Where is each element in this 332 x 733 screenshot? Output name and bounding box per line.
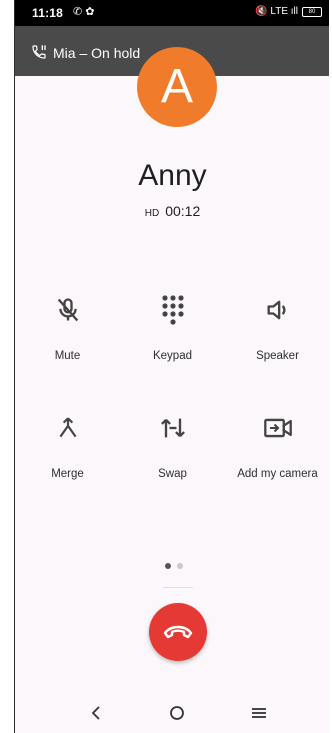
merge-button[interactable]: Merge xyxy=(15,408,120,480)
merge-icon xyxy=(59,417,76,438)
navigation-bar xyxy=(15,695,330,733)
mute-button[interactable]: Mute xyxy=(15,290,120,362)
back-icon xyxy=(91,706,100,720)
keypad-button[interactable]: Keypad xyxy=(120,290,225,362)
call-screen: 11:18 ✆ ✿ 🔇 LTE ıll 80 Mia – On hold A A… xyxy=(14,0,330,733)
page-indicator xyxy=(165,563,183,569)
end-call-button[interactable] xyxy=(149,603,207,661)
signal-icons: 🔇 LTE ıll xyxy=(255,6,298,17)
hang-up-icon xyxy=(163,625,193,639)
menu-icon xyxy=(252,708,266,718)
speaker-button[interactable]: Speaker xyxy=(225,290,330,362)
home-icon xyxy=(170,706,184,720)
mic-off-icon xyxy=(57,298,78,322)
device-frame-left xyxy=(0,0,14,733)
merge-label: Merge xyxy=(51,468,84,480)
caller-name: Anny xyxy=(138,159,207,192)
hd-icon: HD xyxy=(144,208,160,219)
recents-button[interactable] xyxy=(244,703,274,723)
swap-button[interactable]: Swap xyxy=(120,408,225,480)
back-button[interactable] xyxy=(81,703,111,723)
status-bar: 11:18 ✆ ✿ 🔇 LTE ıll 80 xyxy=(15,0,330,26)
keypad-label: Keypad xyxy=(152,350,192,362)
caller-avatar: A xyxy=(137,47,217,127)
keypad-icon xyxy=(161,295,184,325)
on-hold-label: Mia – On hold xyxy=(53,45,141,61)
swap-label: Swap xyxy=(158,468,187,480)
call-timer-row: HD 00:12 xyxy=(15,203,330,219)
battery-icon: 80 xyxy=(302,6,322,17)
video-camera-icon xyxy=(263,418,292,438)
home-button[interactable] xyxy=(162,703,192,723)
status-right-icons: 🔇 LTE ıll 80 xyxy=(255,6,322,17)
status-time: 11:18 xyxy=(32,6,64,20)
page-dot-active xyxy=(165,563,171,569)
swap-icon xyxy=(160,418,185,438)
add-camera-button[interactable]: Add my camera xyxy=(225,408,330,480)
call-timer: 00:12 xyxy=(165,203,201,219)
mute-label: Mute xyxy=(54,350,81,362)
phone-pause-icon xyxy=(32,45,46,59)
page-dot-inactive xyxy=(177,563,183,569)
speaker-label: Speaker xyxy=(256,350,299,362)
status-left-icons: ✆ ✿ xyxy=(73,6,95,18)
add-camera-label: Add my camera xyxy=(237,468,318,480)
speaker-icon xyxy=(267,300,285,320)
divider xyxy=(163,587,193,588)
